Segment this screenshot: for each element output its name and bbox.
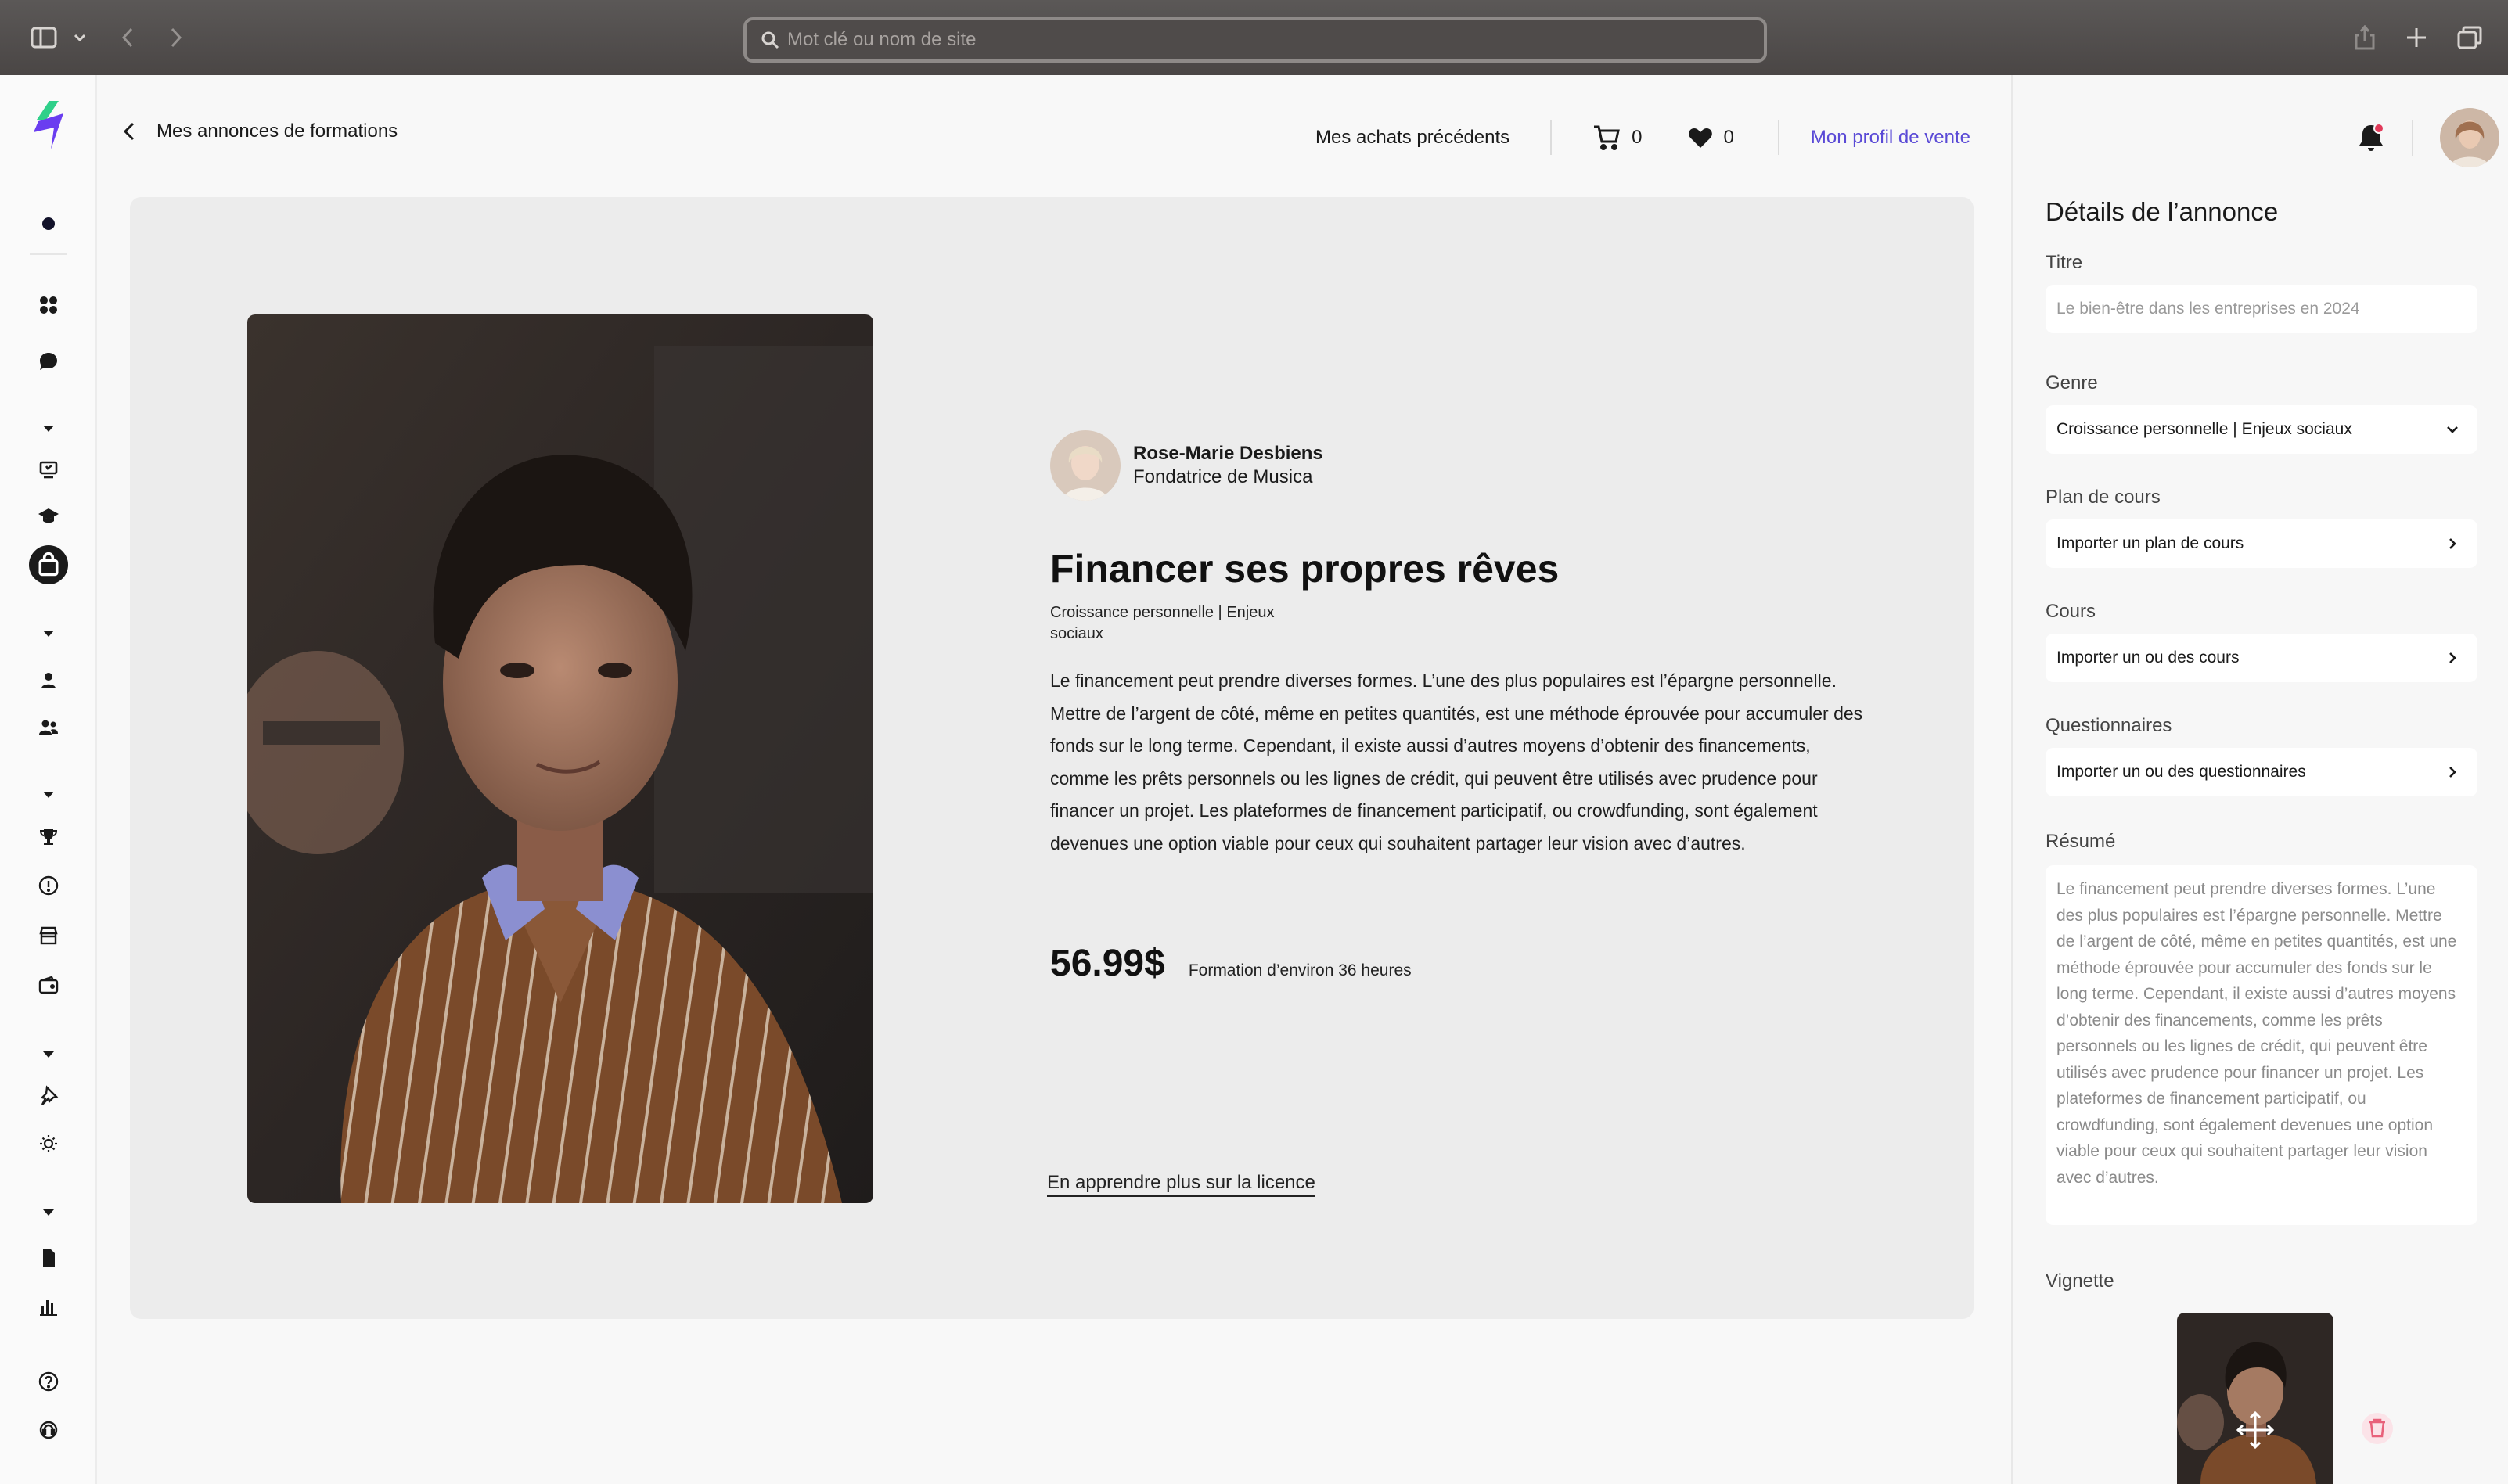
collapse-icon[interactable] [27,1191,70,1234]
courses-label: Cours [2046,601,2096,622]
store-icon[interactable] [27,914,70,958]
chevron-right-icon [2449,538,2456,549]
course-plan-label: Plan de cours [2046,487,2161,508]
courses-icon[interactable] [27,447,70,491]
divider [1550,120,1553,155]
wallet-icon[interactable] [27,964,70,1008]
import-courses-label: Importer un ou des cours [2056,649,2240,667]
chevron-right-icon [2449,652,2456,663]
licence-link[interactable]: En apprendre plus sur la licence [1047,1172,1315,1197]
chevron-down-icon [2447,426,2458,433]
chevron-right-icon [2449,767,2456,778]
tabs-icon[interactable] [2454,22,2485,53]
chevron-left-icon [124,122,135,141]
genre-label: Genre [2046,372,2098,393]
divider [2412,120,2413,156]
author-name: Rose-Marie Desbiens [1133,443,1323,464]
back-link-label: Mes annonces de formations [157,120,398,142]
summary-label: Résumé [2046,831,2116,852]
info-icon[interactable] [27,864,70,907]
price: 56.99$ [1050,943,1165,984]
course-duration: Formation d’environ 36 heures [1188,961,1412,979]
chevron-down-icon[interactable] [69,22,91,53]
author-block: Rose-Marie Desbiens Fondatrice de Musica [1050,430,1323,501]
summary-textarea[interactable]: Le financement peut prendre diverses for… [2046,865,2477,1225]
seller-profile-link[interactable]: Mon profil de vente [1811,127,1970,149]
listing-details-panel: Détails de l’annonce Titre Le bien-être … [2011,75,2508,1484]
listing-title: Financer ses propres rêves [1050,547,1560,591]
favorites-count: 0 [1723,127,1734,148]
bulb-icon[interactable] [27,1122,70,1166]
import-quizzes-label: Importer un ou des questionnaires [2056,763,2306,781]
share-icon[interactable] [2351,22,2379,53]
dot-icon[interactable] [27,202,70,246]
document-icon[interactable] [27,1236,70,1280]
graduation-icon[interactable] [27,494,70,538]
panel-title: Détails de l’annonce [2046,197,2279,226]
forward-arrow-icon[interactable] [164,22,188,53]
url-input[interactable] [787,29,1726,51]
cart-button[interactable]: 0 [1592,124,1643,151]
import-course-plan-button[interactable]: Importer un plan de cours [2046,519,2477,568]
genre-select[interactable]: Croissance personnelle | Enjeux sociaux [2046,405,2477,454]
bell-icon[interactable] [2354,120,2388,155]
chat-icon[interactable] [27,340,70,383]
cart-icon [1594,125,1621,150]
back-link[interactable]: Mes annonces de formations [124,120,398,142]
collapse-icon[interactable] [27,773,70,817]
favorites-button[interactable]: 0 [1688,127,1734,149]
trophy-icon[interactable] [27,815,70,859]
sidebar-icon[interactable] [27,22,61,53]
author-avatar[interactable] [1050,430,1121,501]
pin-icon[interactable] [27,1073,70,1117]
collapse-icon[interactable] [27,407,70,451]
chart-icon[interactable] [27,1285,70,1328]
address-bar[interactable] [743,17,1767,63]
divider [1777,120,1779,155]
thumbnail-label: Vignette [2046,1270,2114,1292]
shop-icon[interactable] [27,543,70,587]
support-icon[interactable] [27,1408,70,1452]
help-icon[interactable] [27,1360,70,1403]
user-icon[interactable] [27,659,70,702]
cart-count: 0 [1632,127,1643,148]
collapse-icon[interactable] [27,612,70,656]
header-actions: Mes achats précédents 0 0 Mon profil de … [1315,120,1970,155]
title-field[interactable]: Le bien-être dans les entreprises en 202… [2046,285,2477,333]
price-block: 56.99$ Formation d’environ 36 heures [1050,942,1412,985]
import-courses-button[interactable]: Importer un ou des cours [2046,634,2477,682]
back-arrow-icon[interactable] [116,22,139,53]
listing-preview-card: Rose-Marie Desbiens Fondatrice de Musica… [130,197,1974,1319]
search-icon [761,31,779,49]
dashboard-icon[interactable] [27,283,70,327]
logo-icon[interactable] [27,101,70,149]
genre-select-value: Croissance personnelle | Enjeux sociaux [2056,420,2352,438]
user-avatar[interactable] [2440,108,2499,167]
group-icon[interactable] [27,706,70,749]
browser-toolbar [0,0,2508,75]
listing-genre: Croissance personnelle | Enjeux sociaux [1050,604,1275,642]
title-label: Titre [2046,252,2083,273]
page-header: Mes annonces de formations Mes achats pr… [97,75,2011,197]
import-course-plan-label: Importer un plan de cours [2056,534,2244,552]
left-sidebar [0,75,97,1484]
listing-cover-image [247,314,873,1203]
collapse-icon[interactable] [27,1033,70,1076]
listing-description: Le financement peut prendre diverses for… [1050,670,1863,853]
new-tab-icon[interactable] [2402,22,2431,53]
import-quizzes-button[interactable]: Importer un ou des questionnaires [2046,748,2477,796]
heart-icon [1688,128,1712,148]
thumbnail-image[interactable] [2177,1313,2333,1484]
quizzes-label: Questionnaires [2046,715,2172,736]
trash-icon[interactable] [2360,1411,2395,1446]
previous-purchases-link[interactable]: Mes achats précédents [1315,127,1509,149]
title-field-placeholder: Le bien-être dans les entreprises en 202… [2056,300,2360,318]
author-role: Fondatrice de Musica [1133,466,1313,487]
